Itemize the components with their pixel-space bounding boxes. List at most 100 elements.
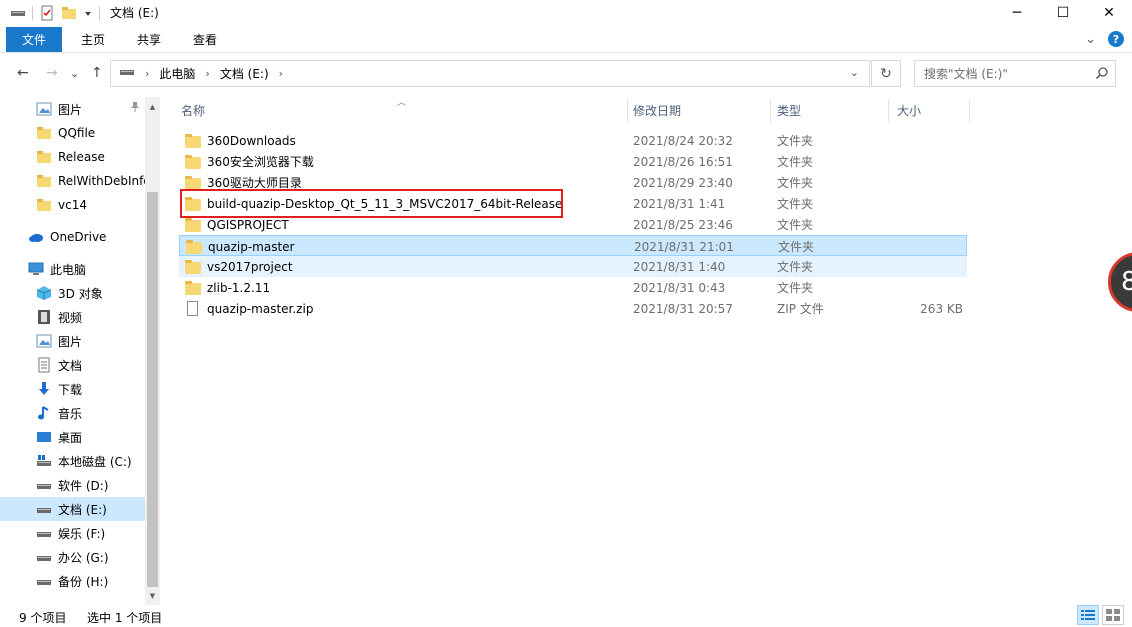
forward-button[interactable]: → [46, 65, 58, 81]
sidebar-item-19[interactable]: 备份 (H:) [0, 569, 145, 593]
large-icons-view-button[interactable] [1102, 605, 1124, 625]
table-row[interactable]: vs2017project 2021/8/31 1:40 文件夹 [179, 256, 967, 277]
scroll-up-icon[interactable]: ▲ [145, 99, 160, 114]
breadcrumb-chevron-icon[interactable]: › [205, 67, 209, 80]
file-name-cell: quazip-master [186, 236, 294, 257]
file-date: 2021/8/31 0:43 [633, 280, 726, 295]
sidebar-item-10[interactable]: 文档 [0, 353, 145, 377]
help-icon[interactable]: ? [1108, 31, 1124, 47]
table-row[interactable]: quazip-master.zip 2021/8/31 20:57 ZIP 文件 26… [179, 298, 967, 319]
close-button[interactable]: ✕ [1086, 0, 1132, 25]
search-icon[interactable] [1095, 66, 1109, 80]
sidebar-item-6[interactable]: 此电脑 [0, 257, 145, 281]
drive-icon [36, 477, 52, 493]
file-name-cell: vs2017project [185, 256, 293, 277]
sidebar-item-9[interactable]: 图片 [0, 329, 145, 353]
sidebar-item-3[interactable]: RelWithDebInfo [0, 169, 145, 193]
sidebar-item-17[interactable]: 娱乐 (F:) [0, 521, 145, 545]
details-view-icon [1081, 610, 1095, 620]
expand-ribbon-icon[interactable]: ⌄ [1085, 32, 1096, 47]
breadcrumb-chevron-icon[interactable]: › [145, 67, 149, 80]
sidebar-item-8[interactable]: 视频 [0, 305, 145, 329]
sidebar-item-label: Release [58, 150, 105, 164]
new-folder-icon[interactable] [61, 5, 77, 21]
folder-icon [185, 259, 201, 274]
folder-icon [36, 197, 52, 213]
folder-icon [185, 196, 201, 211]
tab-file[interactable]: 文件 [6, 27, 62, 52]
details-view-button[interactable] [1077, 605, 1099, 625]
pin-icon[interactable] [130, 101, 140, 116]
file-name-cell: quazip-master.zip [185, 298, 313, 319]
table-row[interactable]: QGISPROJECT 2021/8/25 23:46 文件夹 [179, 214, 967, 235]
table-row[interactable]: quazip-master 2021/8/31 21:01 文件夹 [179, 235, 967, 256]
up-button[interactable]: ↑ [91, 65, 103, 81]
drive-icon [36, 501, 52, 517]
file-name: 360Downloads [207, 133, 296, 148]
sidebar-item-2[interactable]: Release [0, 145, 145, 169]
tab-view[interactable]: 查看 [180, 27, 230, 52]
folder-icon [186, 239, 202, 254]
sidebar-item-4[interactable]: vc14 [0, 193, 145, 217]
table-row[interactable]: 360安全浏览器下载 2021/8/26 16:51 文件夹 [179, 151, 967, 172]
scroll-down-icon[interactable]: ▼ [145, 588, 160, 603]
breadcrumb-chevron-icon[interactable]: › [279, 67, 283, 80]
drive-icon[interactable] [10, 5, 26, 21]
sidebar-item-1[interactable]: QQfile [0, 121, 145, 145]
breadcrumb-this-pc[interactable]: 此电脑 [159, 65, 195, 82]
tab-share[interactable]: 共享 [124, 27, 174, 52]
address-bar[interactable]: › 此电脑 › 文档 (E:) › ⌄ [110, 60, 870, 87]
sidebar-item-0[interactable]: 图片 [0, 97, 145, 121]
drive-icon [36, 549, 52, 565]
column-header-size[interactable]: 大小 [889, 97, 969, 123]
address-dropdown-icon[interactable]: ⌄ [850, 66, 859, 79]
sidebar-item-12[interactable]: 音乐 [0, 401, 145, 425]
sidebar-item-11[interactable]: 下载 [0, 377, 145, 401]
sidebar-item-18[interactable]: 办公 (G:) [0, 545, 145, 569]
navigation-pane: ▲ ▼ 图片 QQfile Release RelWithDebInfo vc14 One… [0, 97, 160, 605]
column-header-date[interactable]: 修改日期 [625, 97, 769, 123]
table-row[interactable]: 360Downloads 2021/8/24 20:32 文件夹 [179, 130, 967, 151]
search-box[interactable]: 搜索"文档 (E:)" [914, 60, 1116, 87]
sidebar-item-16[interactable]: 文档 (E:) [0, 497, 145, 521]
file-type: 文件夹 [777, 260, 814, 274]
search-input[interactable]: 搜索"文档 (E:)" [924, 65, 1008, 82]
navigation-scrollbar[interactable]: ▲ ▼ [145, 97, 160, 605]
folder-icon [36, 125, 52, 141]
column-header-name[interactable]: 名称 [173, 97, 629, 123]
file-type: 文件夹 [777, 176, 814, 190]
sidebar-item-label: 文档 (E:) [58, 502, 107, 517]
sidebar-item-label: 文档 [58, 358, 83, 373]
column-header-type[interactable]: 类型 [769, 97, 889, 123]
back-button[interactable]: ← [17, 65, 29, 81]
3d-objects-icon [36, 285, 52, 301]
sidebar-item-7[interactable]: 3D 对象 [0, 281, 145, 305]
tab-home[interactable]: 主页 [68, 27, 118, 52]
table-row[interactable]: zlib-1.2.11 2021/8/31 0:43 文件夹 [179, 277, 967, 298]
minimize-button[interactable]: ─ [994, 0, 1040, 25]
sidebar-item-5[interactable]: OneDrive [0, 225, 145, 249]
sidebar-item-13[interactable]: 桌面 [0, 425, 145, 449]
table-row[interactable]: build-quazip-Desktop_Qt_5_11_3_MSVC2017_… [179, 193, 967, 214]
recent-locations-button[interactable]: ⌄ [70, 67, 79, 80]
table-row[interactable]: 360驱动大师目录 2021/8/29 23:40 文件夹 [179, 172, 967, 193]
file-name: zlib-1.2.11 [207, 280, 271, 295]
file-type: 文件夹 [777, 197, 814, 211]
file-name: QGISPROJECT [207, 217, 289, 232]
breadcrumb-drive-e[interactable]: 文档 (E:) [220, 65, 269, 82]
file-date: 2021/8/29 23:40 [633, 175, 733, 190]
folder-icon [185, 154, 201, 169]
sidebar-item-14[interactable]: 本地磁盘 (C:) [0, 449, 145, 473]
column-divider[interactable] [969, 99, 970, 123]
folder-icon [185, 217, 201, 232]
file-date: 2021/8/25 23:46 [633, 217, 733, 232]
this-pc-icon [28, 261, 44, 277]
sidebar-item-15[interactable]: 软件 (D:) [0, 473, 145, 497]
customize-toolbar-icon[interactable] [83, 5, 93, 21]
scrollbar-thumb[interactable] [147, 192, 158, 587]
refresh-button[interactable]: ↻ [871, 60, 901, 87]
properties-icon[interactable] [39, 5, 55, 21]
quick-access-toolbar [0, 0, 106, 25]
maximize-button[interactable]: ☐ [1040, 0, 1086, 25]
sidebar-item-label: 本地磁盘 (C:) [58, 454, 132, 469]
